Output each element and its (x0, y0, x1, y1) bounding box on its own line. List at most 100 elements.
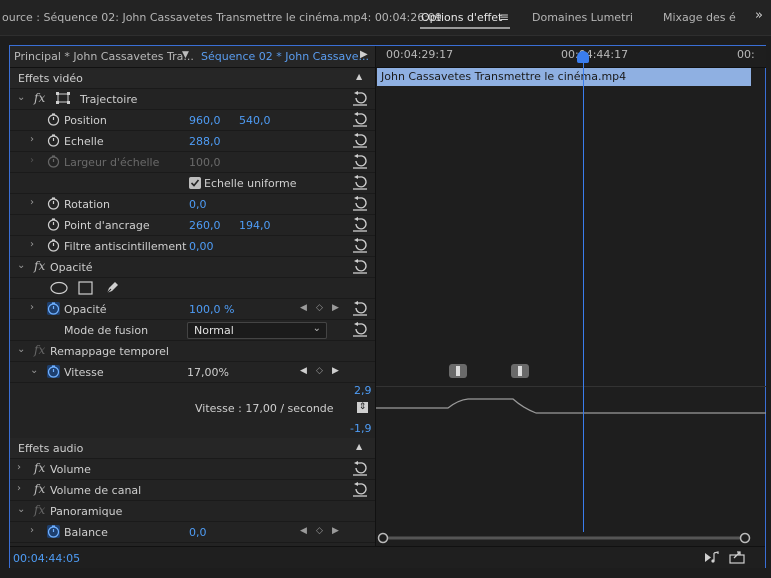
effect-row-volume-canal[interactable]: › fx Volume de canal (10, 480, 375, 501)
fx-icon[interactable]: fx (34, 91, 45, 105)
uniform-scale-checkbox[interactable] (189, 177, 201, 189)
clip-bar[interactable]: John Cassavetes Transmettre le cinéma.mp… (377, 68, 751, 86)
twirl-closed-icon[interactable]: › (30, 134, 34, 145)
tab-lumetri-scopes[interactable]: Domaines Lumetri (532, 11, 633, 24)
twirl-open-icon[interactable]: ⌄ (17, 344, 25, 355)
collapse-icon[interactable]: ▲ (356, 442, 362, 451)
add-keyframe-icon[interactable]: ◇ (316, 526, 323, 536)
play-only-audio-icon[interactable]: ▶ (360, 49, 368, 60)
effect-row-panoramique[interactable]: ⌄ fx Panoramique (10, 501, 375, 522)
twirl-closed-icon[interactable]: › (17, 462, 21, 473)
stopwatch-icon[interactable] (47, 525, 60, 538)
vitesse-value[interactable]: 17,00% (187, 366, 229, 379)
fx-icon[interactable]: fx (34, 259, 45, 273)
fx-icon[interactable]: fx (34, 503, 45, 517)
fx-icon[interactable]: fx (34, 461, 45, 475)
sequence-clip-tab[interactable]: Séquence 02 * John Cassave... (201, 50, 369, 63)
export-icon[interactable] (729, 550, 745, 567)
timeline-zoom-scrollbar[interactable] (376, 532, 766, 544)
transform-icon[interactable] (56, 92, 70, 104)
stopwatch-icon[interactable] (47, 302, 60, 315)
stopwatch-icon[interactable] (47, 134, 60, 147)
effect-row-opacite[interactable]: ⌄ fx Opacité (10, 257, 375, 278)
pen-mask-icon[interactable] (105, 280, 120, 298)
rect-mask-icon[interactable] (78, 281, 93, 298)
reset-icon[interactable] (352, 112, 368, 127)
echelle-value[interactable]: 288,0 (189, 135, 221, 148)
rotation-value[interactable]: 0,0 (189, 198, 207, 211)
reset-icon[interactable] (352, 482, 368, 497)
twirl-open-icon[interactable]: ⌄ (17, 504, 25, 515)
twirl-closed-icon[interactable]: › (17, 483, 21, 494)
twirl-closed-icon[interactable]: › (30, 525, 34, 536)
next-keyframe-icon[interactable]: ▶ (332, 303, 339, 313)
twirl-closed-icon[interactable]: › (30, 239, 34, 250)
prev-keyframe-icon[interactable]: ◀ (300, 303, 307, 313)
effect-row-volume[interactable]: › fx Volume (10, 459, 375, 480)
effect-row-remappage[interactable]: ⌄ fx Remappage temporel (10, 341, 375, 362)
reset-icon[interactable] (352, 238, 368, 253)
tab-source[interactable]: ource : Séquence 02: John Cassavetes Tra… (2, 11, 442, 24)
param-row-largeur: › Largeur d'échelle 100,0 (10, 152, 375, 173)
collapse-icon[interactable]: ▲ (356, 72, 362, 81)
graph-scale-icon[interactable]: ⇕ (357, 402, 368, 413)
position-y-value[interactable]: 540,0 (239, 114, 271, 127)
reset-icon[interactable] (352, 196, 368, 211)
add-keyframe-icon[interactable]: ◇ (316, 366, 323, 376)
reset-icon[interactable] (352, 91, 368, 106)
anchor-y-value[interactable]: 194,0 (239, 219, 271, 232)
stopwatch-icon[interactable] (47, 113, 60, 126)
reset-icon[interactable] (352, 461, 368, 476)
fx-icon[interactable]: fx (34, 343, 45, 357)
stopwatch-icon[interactable] (47, 218, 60, 231)
param-label: Opacité (64, 303, 107, 316)
effect-row-trajectoire[interactable]: ⌄ fx Trajectoire (10, 89, 375, 110)
filtre-value[interactable]: 0,00 (189, 240, 214, 253)
stopwatch-icon[interactable] (47, 365, 60, 378)
next-keyframe-icon[interactable]: ▶ (332, 526, 339, 536)
twirl-open-icon[interactable]: ⌄ (17, 260, 25, 271)
twirl-open-icon[interactable]: ⌄ (17, 92, 25, 103)
tab-overflow-icon[interactable]: » (755, 8, 763, 23)
reset-icon[interactable] (352, 154, 368, 169)
playhead-handle[interactable] (577, 51, 589, 63)
reset-icon[interactable] (352, 217, 368, 232)
twirl-closed-icon[interactable]: › (30, 302, 34, 313)
reset-icon[interactable] (352, 322, 368, 337)
effect-name: Opacité (50, 261, 93, 274)
reset-icon[interactable] (352, 133, 368, 148)
current-timecode[interactable]: 00:04:44:05 (13, 552, 80, 565)
next-keyframe-icon[interactable]: ▶ (332, 366, 339, 376)
add-keyframe-icon[interactable]: ◇ (316, 303, 323, 313)
anchor-x-value[interactable]: 260,0 (189, 219, 221, 232)
chevron-down-icon[interactable]: ▼ (182, 50, 189, 60)
tab-effect-options[interactable]: Options d'effet (421, 11, 502, 24)
tab-audio-mixer[interactable]: Mixage des é (663, 11, 736, 24)
reset-icon[interactable] (352, 175, 368, 190)
reset-icon[interactable] (352, 259, 368, 274)
time-ruler[interactable]: 00:04:29:17 00:04:44:17 00: (376, 46, 766, 68)
master-clip-tab[interactable]: Principal * John Cassavetes Tra... (14, 50, 194, 63)
blend-mode-select[interactable]: Normal ⌄ (187, 322, 327, 339)
video-effects-header: Effets vidéo ▲ (10, 68, 375, 89)
speed-graph[interactable] (376, 386, 766, 426)
ellipse-mask-icon[interactable] (50, 281, 68, 298)
speed-keyframe[interactable] (511, 364, 529, 378)
param-label: Filtre antiscintillement (64, 240, 187, 253)
twirl-open-icon[interactable]: ⌄ (30, 365, 38, 376)
playhead-line[interactable] (583, 54, 584, 532)
prev-keyframe-icon[interactable]: ◀ (300, 526, 307, 536)
fx-icon[interactable]: fx (34, 482, 45, 496)
twirl-closed-icon: › (30, 155, 34, 166)
stopwatch-icon[interactable] (47, 197, 60, 210)
twirl-closed-icon[interactable]: › (30, 197, 34, 208)
prev-keyframe-icon[interactable]: ◀ (300, 366, 307, 376)
position-x-value[interactable]: 960,0 (189, 114, 221, 127)
balance-value[interactable]: 0,0 (189, 526, 207, 539)
speed-keyframe[interactable] (449, 364, 467, 378)
play-audio-icon[interactable] (704, 551, 720, 567)
panel-menu-icon[interactable]: ≡ (499, 10, 509, 24)
opacite-value[interactable]: 100,0 % (189, 303, 234, 316)
stopwatch-icon[interactable] (47, 239, 60, 252)
reset-icon[interactable] (352, 301, 368, 316)
